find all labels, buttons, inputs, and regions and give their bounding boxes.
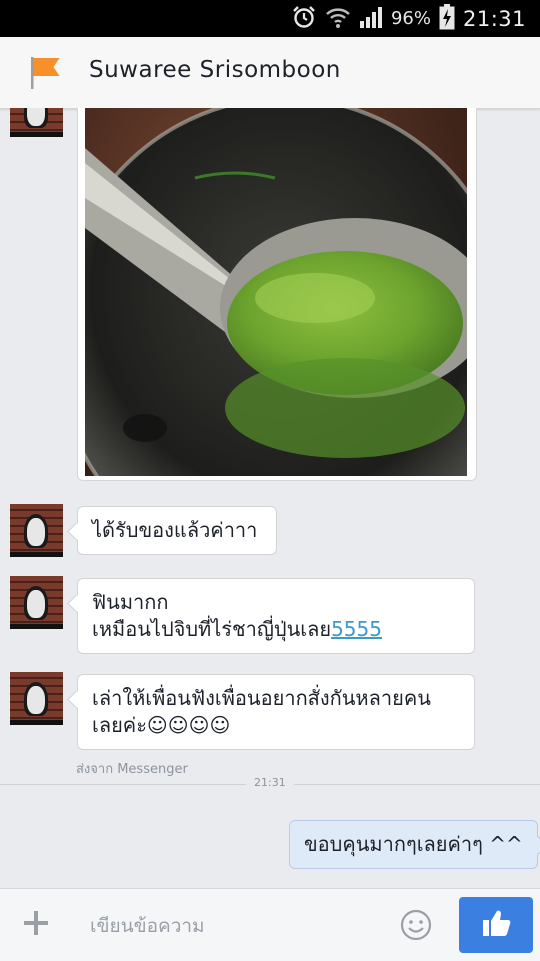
avatar[interactable] xyxy=(10,672,63,725)
message-input[interactable] xyxy=(88,909,382,943)
message-text: เหมือนไปจิบที่ไร่ชาญี่ปุ่นเลย5555 xyxy=(92,616,460,643)
message-link[interactable]: 5555 xyxy=(331,617,382,641)
divider-time: 21:31 xyxy=(246,776,294,789)
received-message[interactable]: เล่าให้เพื่อนฟังเพื่อนอยากสั่งกันหลายคน … xyxy=(77,674,475,750)
wifi-icon xyxy=(325,4,351,34)
message-text: เล่าให้เพื่อนฟังเพื่อนอยากสั่งกันหลายคน xyxy=(92,686,431,710)
message-text: ฟินมากก xyxy=(92,590,169,614)
sent-via-label: ส่งจาก Messenger xyxy=(76,762,188,777)
received-message[interactable]: ฟินมากก เหมือนไปจิบที่ไร่ชาญี่ปุ่นเลย555… xyxy=(77,578,475,654)
conversation-title: Suwaree Srisomboon xyxy=(89,57,341,83)
clock: 21:31 xyxy=(462,6,526,31)
alarm-icon xyxy=(291,4,317,34)
like-button[interactable] xyxy=(459,897,533,953)
conversation-header: Suwaree Srisomboon xyxy=(0,37,540,109)
received-message[interactable]: ได้รับของแล้วค่าาา xyxy=(77,506,277,555)
battery-percent: 96% xyxy=(390,8,431,29)
avatar[interactable] xyxy=(10,576,63,629)
thumbs-up-icon xyxy=(480,907,512,943)
status-bar: 96% 21:31 xyxy=(0,0,540,37)
matcha-photo[interactable] xyxy=(85,108,467,476)
add-attachment-button[interactable] xyxy=(22,909,50,941)
message-composer xyxy=(0,888,540,961)
sent-message[interactable]: ขอบคุนมากๆเลยค่าๆ ^^ xyxy=(289,820,538,869)
message-text: ขอบคุนมากๆเลยค่าๆ ^^ xyxy=(304,832,523,856)
message-list[interactable]: ได้รับของแล้วค่าาา ฟินมากก เหมือนไปจิบที… xyxy=(0,108,540,888)
avatar[interactable] xyxy=(10,108,63,137)
signal-icon xyxy=(359,5,383,33)
message-text-part: เหมือนไปจิบที่ไร่ชาญี่ปุ่นเลย xyxy=(92,617,332,641)
message-text: ได้รับของแล้วค่าาา xyxy=(92,518,258,542)
emoji-button[interactable] xyxy=(400,909,432,945)
avatar[interactable] xyxy=(10,504,63,557)
flag-icon[interactable] xyxy=(28,55,62,95)
message-text: เลยค่ะ☺☺☺☺ xyxy=(92,713,231,737)
battery-charging-icon xyxy=(439,3,455,34)
